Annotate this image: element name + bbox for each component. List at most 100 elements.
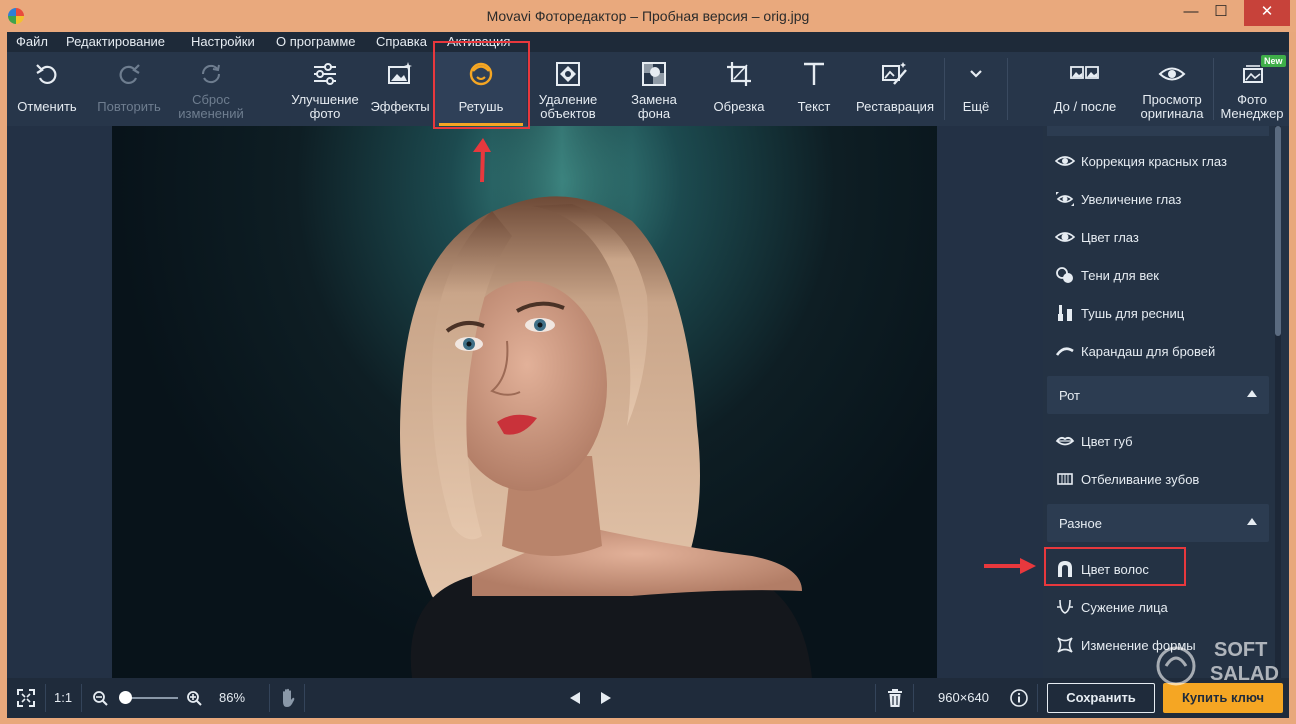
enhance-label: Улучшение фото <box>291 92 359 121</box>
photo-manager-button[interactable]: New Фото Менеджер <box>1215 52 1289 126</box>
panel-item-mascara[interactable]: Тушь для ресниц <box>1055 299 1265 327</box>
view-original-button[interactable]: Просмотр оригинала <box>1133 52 1211 126</box>
menu-settings[interactable]: Настройки <box>191 34 255 49</box>
panel-item-eye-color[interactable]: Цвет глаз <box>1055 223 1265 251</box>
section-mouth-label: Рот <box>1059 388 1080 403</box>
text-button[interactable]: Текст <box>783 52 845 126</box>
zoom-in-icon[interactable] <box>186 690 202 706</box>
zoom-percent: 86% <box>219 690 246 705</box>
replace-background-label: Замена фона <box>631 92 677 121</box>
divider <box>45 684 46 712</box>
save-button[interactable]: Сохранить <box>1047 683 1155 713</box>
zoom-slider-handle[interactable] <box>119 691 133 704</box>
reset-button[interactable]: Сброс изменений <box>171 52 251 126</box>
remove-objects-button[interactable]: Удаление объектов <box>529 52 607 126</box>
panel-item-eyeshadow[interactable]: Тени для век <box>1055 261 1265 289</box>
eye-icon <box>1158 67 1186 81</box>
toolbar: Отменить Повторить Сброс изменений Улучш… <box>7 52 1289 126</box>
section-misc[interactable]: Разное <box>1047 504 1269 542</box>
panel-item-face-slim[interactable]: Сужение лица <box>1055 593 1265 621</box>
panel-item-teeth-whitening[interactable]: Отбеливание зубов <box>1055 465 1265 493</box>
panel-item-eyebrow-pencil[interactable]: Карандаш для бровей <box>1055 337 1265 365</box>
canvas-area[interactable] <box>7 126 1043 678</box>
zoom-1-to-1-button[interactable]: 1:1 <box>54 678 72 718</box>
panel-item-label: Тушь для ресниц <box>1081 306 1185 321</box>
panel-item-label: Коррекция красных глаз <box>1081 154 1227 169</box>
lips-icon <box>1055 436 1075 446</box>
info-icon[interactable] <box>1010 689 1028 707</box>
close-icon[interactable]: ✕ <box>1244 0 1290 26</box>
effects-icon <box>388 62 412 84</box>
fit-screen-icon[interactable] <box>16 688 36 708</box>
eyes-section-header-edge <box>1047 126 1269 136</box>
panel-item-label: Цвет глаз <box>1081 230 1139 245</box>
svg-text:SOFT: SOFT <box>1214 639 1267 661</box>
hair-color-highlight-box <box>1044 547 1186 586</box>
svg-text:SALAD: SALAD <box>1210 663 1279 685</box>
redo-icon <box>119 64 140 85</box>
crop-button[interactable]: Обрезка <box>703 52 775 126</box>
before-after-button[interactable]: До / после <box>1047 52 1123 126</box>
portrait-photo <box>400 126 812 678</box>
panel-scrollbar-thumb[interactable] <box>1275 126 1281 336</box>
zoom-out-icon[interactable] <box>92 690 108 706</box>
menu-help[interactable]: Справка <box>376 34 427 49</box>
panel-item-red-eye[interactable]: Коррекция красных глаз <box>1055 147 1265 175</box>
panel-item-label: Увеличение глаз <box>1081 192 1182 207</box>
crop-icon <box>727 62 751 86</box>
reshape-icon <box>1057 637 1073 653</box>
hand-tool-icon[interactable] <box>278 687 298 709</box>
eyeshadow-icon <box>1056 267 1073 283</box>
minimize-icon[interactable]: — <box>1176 0 1206 26</box>
restoration-label: Реставрация <box>856 99 934 114</box>
collapse-arrow-icon[interactable] <box>1247 390 1257 397</box>
before-after-icon <box>1070 66 1099 79</box>
panel-item-lip-color[interactable]: Цвет губ <box>1055 427 1265 455</box>
restoration-button[interactable]: Реставрация <box>849 52 941 126</box>
crop-label: Обрезка <box>713 99 765 114</box>
menu-about[interactable]: О программе <box>276 34 356 49</box>
eyebrow-icon <box>1055 347 1074 356</box>
trash-icon[interactable] <box>887 688 903 708</box>
redo-label: Повторить <box>97 99 161 114</box>
new-badge: New <box>1261 55 1286 67</box>
divider <box>304 684 305 712</box>
effects-button[interactable]: Эффекты <box>367 52 433 126</box>
eye-icon <box>1055 156 1075 166</box>
text-icon <box>804 62 824 85</box>
remove-objects-label: Удаление объектов <box>538 92 598 121</box>
redo-button[interactable]: Повторить <box>89 52 169 126</box>
chevron-down-icon <box>970 70 982 78</box>
section-mouth[interactable]: Рот <box>1047 376 1269 414</box>
text-label: Текст <box>797 99 831 114</box>
collapse-arrow-icon[interactable] <box>1247 518 1257 525</box>
menu-file[interactable]: Файл <box>16 34 48 49</box>
reset-icon <box>201 64 221 84</box>
title-bar: Movavi Фоторедактор – Пробная версия – o… <box>0 0 1296 32</box>
toolbar-divider <box>1007 58 1008 120</box>
undo-button[interactable]: Отменить <box>9 52 85 126</box>
sliders-icon <box>314 63 336 85</box>
divider <box>269 684 270 712</box>
softsalad-watermark-logo: SOFT SALAD <box>1156 639 1279 686</box>
photo-preview[interactable] <box>112 126 937 678</box>
enhance-button[interactable]: Улучшение фото <box>283 52 367 126</box>
menu-bar: Файл Редактирование Настройки О программ… <box>7 32 1289 52</box>
next-image-icon[interactable] <box>599 691 613 705</box>
maximize-icon[interactable]: ☐ <box>1206 0 1236 26</box>
replace-background-button[interactable]: Замена фона <box>617 52 691 126</box>
app-window: Файл Редактирование Настройки О программ… <box>7 32 1289 718</box>
divider <box>875 684 876 712</box>
retouch-highlight-box <box>433 41 530 129</box>
panel-item-eye-enlarge[interactable]: Увеличение глаз <box>1055 185 1265 213</box>
panel-item-label: Цвет губ <box>1081 434 1133 449</box>
previous-image-icon[interactable] <box>568 691 582 705</box>
restoration-wand-icon <box>882 62 907 85</box>
eye-enlarge-icon <box>1056 192 1074 206</box>
more-button[interactable]: Ещё <box>947 52 1005 126</box>
menu-edit[interactable]: Редактирование <box>66 34 165 49</box>
remove-objects-icon <box>556 62 580 86</box>
divider <box>1037 684 1038 712</box>
toolbar-divider <box>944 58 945 120</box>
red-arrow-right-icon <box>984 558 1036 574</box>
